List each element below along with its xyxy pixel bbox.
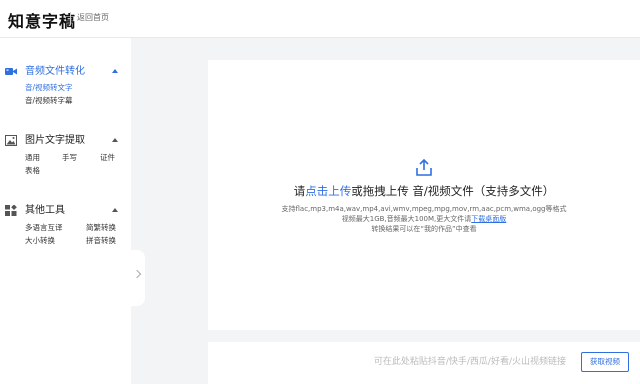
upload-title-suffix: 或拖拽上传 音/视频文件（支持多文件） <box>351 184 555 198</box>
sidebar-section-title: 音频文件转化 <box>25 66 85 77</box>
sidebar-collapse-toggle[interactable] <box>131 250 145 306</box>
size-limit-label: 视频最大1GB,音频最大100M,更大文件请 <box>341 215 472 223</box>
chevron-right-icon <box>132 269 142 279</box>
sidebar-section-title: 其他工具 <box>25 205 65 216</box>
back-home-link[interactable]: 返回首页 <box>77 12 109 23</box>
chevron-up-icon[interactable] <box>112 138 118 142</box>
sidebar-section-audio-header[interactable]: 音频文件转化 <box>0 65 131 79</box>
sidebar-item-table[interactable]: 表格 <box>25 166 40 176</box>
header-divider <box>70 12 71 25</box>
chevron-up-icon[interactable] <box>112 208 118 212</box>
upload-dropzone[interactable]: 请点击上传或拖拽上传 音/视频文件（支持多文件） 支持flac,mp3,m4a,… <box>208 60 640 330</box>
sidebar-item-handwriting[interactable]: 手写 <box>62 153 77 163</box>
sidebar-item-audio-to-subtitle[interactable]: 音/视频转字幕 <box>25 96 73 106</box>
sidebar-section-tools: 其他工具 多语言互译 简繁转换 大小转换 拼音转换 <box>0 204 131 254</box>
size-limit-text: 视频最大1GB,音频最大100M,更大文件请下载桌面版 <box>208 215 640 224</box>
download-desktop-link[interactable]: 下载桌面版 <box>471 215 506 223</box>
sidebar-item-general[interactable]: 通用 <box>25 153 40 163</box>
sidebar-section-image: 图片文字提取 通用 手写 证件 表格 <box>0 134 131 184</box>
image-icon <box>5 135 17 146</box>
sidebar-item-audio-to-text[interactable]: 音/视频转文字 <box>25 83 73 93</box>
video-link-bar: 获取视频 <box>208 342 640 384</box>
app-logo[interactable]: 知意字稿 <box>8 8 76 32</box>
sidebar-item-id-card[interactable]: 证件 <box>100 153 115 163</box>
sidebar-section-image-header[interactable]: 图片文字提取 <box>0 134 131 148</box>
video-camera-icon <box>5 68 17 75</box>
sidebar-item-translate[interactable]: 多语言互译 <box>25 223 63 233</box>
video-link-input[interactable] <box>216 352 566 372</box>
sidebar-section-audio: 音频文件转化 音/视频转文字 音/视频转字幕 <box>0 65 131 115</box>
supported-formats-text: 支持flac,mp3,m4a,wav,mp4,avi,wmv,mpeg,mpg,… <box>281 205 567 213</box>
sidebar-section-tools-header[interactable]: 其他工具 <box>0 204 131 218</box>
fetch-video-button[interactable]: 获取视频 <box>581 352 629 372</box>
sidebar: 音频文件转化 音/视频转文字 音/视频转字幕 图片文字提取 通用 手写 证件 表… <box>0 38 131 384</box>
apps-grid-icon <box>5 205 17 216</box>
upload-icon[interactable] <box>414 158 434 178</box>
top-bar: 知意字稿 返回首页 <box>0 0 640 38</box>
sidebar-section-title: 图片文字提取 <box>25 135 85 146</box>
upload-title-prefix: 请 <box>293 184 306 198</box>
click-upload-link[interactable]: 点击上传 <box>305 184 351 198</box>
sidebar-item-simplified-traditional[interactable]: 简繁转换 <box>86 223 116 233</box>
result-location-text: 转换结果可以在“我的作品”中查看 <box>371 225 477 233</box>
upload-title: 请点击上传或拖拽上传 音/视频文件（支持多文件） <box>208 183 640 199</box>
chevron-up-icon[interactable] <box>112 69 118 73</box>
sidebar-item-case-convert[interactable]: 大小转换 <box>25 236 55 246</box>
sidebar-item-pinyin[interactable]: 拼音转换 <box>86 236 116 246</box>
